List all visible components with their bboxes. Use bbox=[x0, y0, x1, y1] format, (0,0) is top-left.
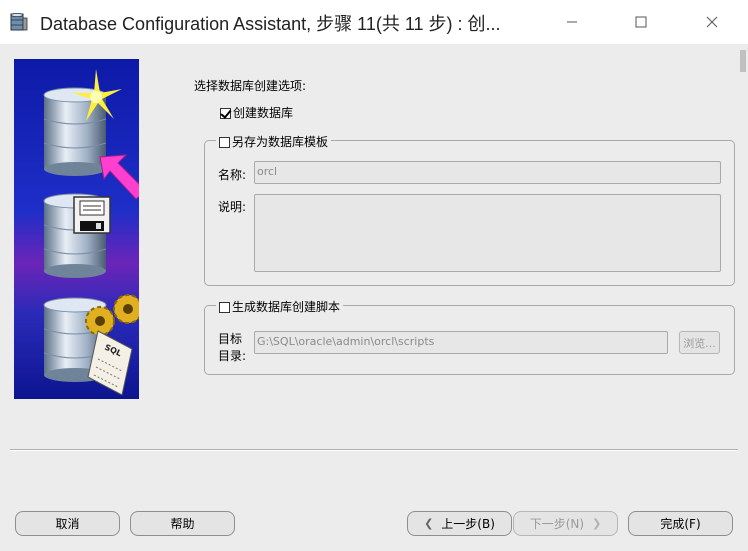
destination-directory-field[interactable]: G:\SQL\oracle\admin\orcl\scripts bbox=[254, 331, 668, 354]
maximize-button[interactable] bbox=[618, 0, 664, 44]
generate-scripts-checkbox[interactable]: 生成数据库创建脚本 bbox=[216, 298, 344, 315]
description-field[interactable] bbox=[254, 194, 721, 272]
cancel-button[interactable]: 取消 bbox=[15, 511, 120, 536]
checkbox-unchecked-icon[interactable] bbox=[219, 137, 230, 148]
footer-separator bbox=[10, 449, 738, 451]
minimize-button[interactable] bbox=[549, 0, 595, 44]
save-template-label: 另存为数据库模板 bbox=[232, 135, 329, 149]
close-icon bbox=[706, 16, 718, 28]
title-bar[interactable]: Database Configuration Assistant, 步骤 11(… bbox=[0, 0, 748, 44]
gear-icon bbox=[85, 306, 115, 336]
options-heading: 选择数据库创建选项: bbox=[194, 79, 307, 93]
next-button-label: 下一步(N) bbox=[529, 517, 585, 531]
browse-button[interactable]: 浏览... bbox=[679, 331, 720, 354]
name-label: 名称: bbox=[218, 168, 247, 182]
save-template-checkbox[interactable]: 另存为数据库模板 bbox=[216, 133, 332, 150]
back-button[interactable]: ❮ 上一步(B) bbox=[407, 511, 512, 536]
close-button[interactable] bbox=[689, 0, 735, 44]
database-illustration: SQL bbox=[14, 59, 139, 399]
minimize-icon bbox=[567, 21, 577, 23]
checkbox-checked-icon[interactable] bbox=[220, 108, 231, 119]
maximize-icon bbox=[635, 16, 647, 28]
finish-button[interactable]: 完成(F) bbox=[628, 511, 733, 536]
destination-label-line1: 目标 bbox=[218, 332, 243, 346]
back-button-label: 上一步(B) bbox=[441, 517, 495, 531]
create-database-checkbox[interactable]: 创建数据库 bbox=[220, 104, 293, 121]
chevron-left-icon: ❮ bbox=[424, 517, 434, 530]
scrollbar-thumb[interactable] bbox=[740, 50, 746, 72]
database-app-icon bbox=[10, 12, 28, 31]
create-database-label: 创建数据库 bbox=[233, 106, 294, 120]
floppy-disk-icon bbox=[73, 196, 111, 234]
description-label: 说明: bbox=[218, 200, 247, 214]
help-button[interactable]: 帮助 bbox=[130, 511, 235, 536]
next-button[interactable]: 下一步(N) ❯ bbox=[513, 511, 618, 536]
checkbox-unchecked-icon[interactable] bbox=[219, 302, 230, 313]
destination-label-line2: 目录: bbox=[218, 349, 247, 363]
chevron-right-icon: ❯ bbox=[592, 517, 602, 530]
generate-scripts-label: 生成数据库创建脚本 bbox=[232, 300, 341, 314]
name-field[interactable]: orcl bbox=[254, 161, 721, 184]
window-title: Database Configuration Assistant, 步骤 11(… bbox=[40, 14, 501, 34]
